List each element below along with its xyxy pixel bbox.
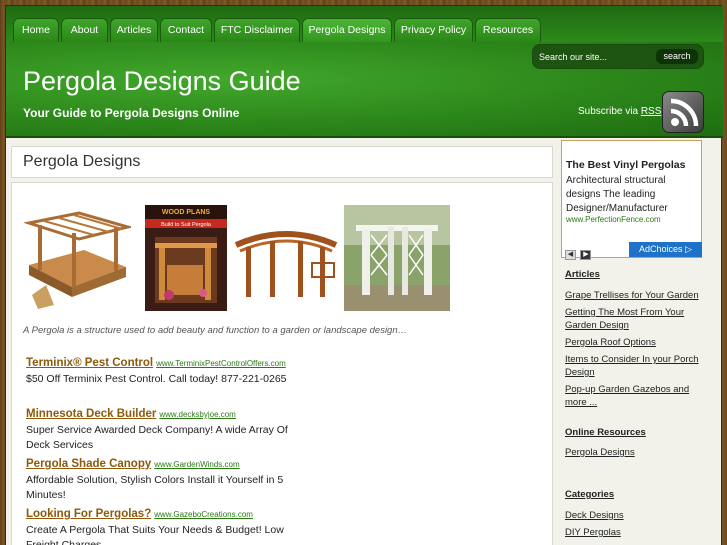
category-link[interactable]: DIY Pergolas	[565, 526, 710, 539]
wood-plans-book-image: WOOD PLANS Build to Suit Pergola	[145, 205, 227, 311]
pergola-deck-image	[23, 205, 134, 311]
nav-home[interactable]: Home	[13, 18, 59, 42]
book-cover-title: WOOD PLANS	[162, 209, 211, 216]
ad-nav-arrows: ◀ ▶	[565, 243, 592, 261]
search-box: search	[532, 44, 704, 69]
article-link[interactable]: Grape Trellises for Your Garden	[565, 289, 710, 302]
sidebar-ad-title[interactable]: The Best Vinyl Pergolas	[566, 159, 685, 171]
main-column: Pergola Designs WOOD PLANS Build to Suit…	[6, 140, 557, 545]
nav-pergola-designs[interactable]: Pergola Designs	[302, 18, 392, 42]
ad-url[interactable]: www.GardenWinds.com	[154, 460, 239, 469]
site-tagline: Your Guide to Pergola Designs Online	[23, 106, 240, 120]
sidebar-ad[interactable]: The Best Vinyl Pergolas Architectural st…	[561, 140, 702, 261]
subscribe-text: Subscribe via RSS	[578, 106, 661, 117]
ad-text: Affordable Solution, Stylish Colors Inst…	[26, 474, 284, 501]
subscribe-prefix: Subscribe via	[578, 106, 639, 117]
ad-title[interactable]: Pergola Shade Canopy	[26, 458, 151, 470]
ad-text: Super Service Awarded Deck Company! A wi…	[26, 424, 288, 451]
ad-prev-icon[interactable]: ◀	[565, 250, 576, 260]
resource-link[interactable]: Pergola Designs	[565, 446, 710, 459]
category-link[interactable]: Deck Designs	[565, 509, 710, 522]
nav-contact[interactable]: Contact	[160, 18, 212, 42]
content-area: WOOD PLANS Build to Suit Pergola A Pergo…	[11, 182, 553, 545]
white-pergola-image	[344, 205, 450, 311]
site-title[interactable]: Pergola Designs Guide	[23, 66, 301, 97]
articles-heading[interactable]: Articles	[565, 269, 600, 280]
sidebar-ad-text: Architectural structural designs The lea…	[566, 175, 668, 214]
article-link[interactable]: Pop-up Garden Gazebos and more ...	[565, 383, 710, 409]
ad-title[interactable]: Looking For Pergolas?	[26, 508, 151, 520]
ad-text: Create A Pergola That Suits Your Needs &…	[26, 524, 284, 545]
search-button[interactable]: search	[656, 49, 698, 64]
nav-resources[interactable]: Resources	[475, 18, 541, 42]
title-bar: Pergola Designs	[11, 146, 553, 178]
page-frame: Home About Articles Contact FTC Disclaim…	[5, 5, 723, 545]
ad-title[interactable]: Terminix® Pest Control	[26, 357, 153, 369]
nav-articles[interactable]: Articles	[110, 18, 158, 42]
book-cover-subtitle: Build to Suit Pergola	[161, 222, 212, 228]
article-link[interactable]: Getting The Most From Your Garden Design	[565, 306, 710, 332]
text-ad: Terminix® Pest Control www.TerminixPestCo…	[26, 353, 296, 387]
page-title: Pergola Designs	[23, 153, 141, 170]
ad-title[interactable]: Minnesota Deck Builder	[26, 408, 156, 420]
rss-link[interactable]: RSS	[641, 106, 662, 117]
sidebar-ad-url[interactable]: www.PerfectionFence.com	[566, 215, 661, 224]
ad-url[interactable]: www.decksbyjoe.com	[159, 410, 235, 419]
text-ad: Pergola Shade Canopy www.GardenWinds.com …	[26, 454, 296, 503]
article-link[interactable]: Pergola Roof Options	[565, 336, 710, 349]
top-nav: Home About Articles Contact FTC Disclaim…	[6, 6, 723, 42]
online-resources-heading[interactable]: Online Resources	[565, 427, 646, 438]
nav-ftc-disclaimer[interactable]: FTC Disclaimer	[214, 18, 300, 42]
text-ad: Looking For Pergolas? www.GazeboCreations…	[26, 504, 296, 545]
arched-pergola-image	[232, 205, 340, 311]
nav-about[interactable]: About	[61, 18, 108, 42]
ad-url[interactable]: www.TerminixPestControlOffers.com	[156, 359, 286, 368]
ad-url[interactable]: www.GazeboCreations.com	[154, 510, 253, 519]
adchoices-button[interactable]: AdChoices ▷	[629, 242, 702, 257]
rss-icon[interactable]	[662, 91, 704, 133]
search-input[interactable]	[539, 50, 653, 64]
text-ad: Minnesota Deck Builder www.decksbyjoe.com…	[26, 404, 296, 453]
image-caption: A Pergola is a structure used to add bea…	[23, 325, 408, 336]
nav-privacy-policy[interactable]: Privacy Policy	[394, 18, 473, 42]
site-header: search Pergola Designs Guide Your Guide …	[6, 42, 723, 138]
ad-next-icon[interactable]: ▶	[580, 250, 592, 260]
ad-text: $50 Off Terminix Pest Control. Call toda…	[26, 373, 287, 385]
article-link[interactable]: Items to Consider In your Porch Design	[565, 353, 710, 379]
categories-heading[interactable]: Categories	[565, 489, 614, 500]
